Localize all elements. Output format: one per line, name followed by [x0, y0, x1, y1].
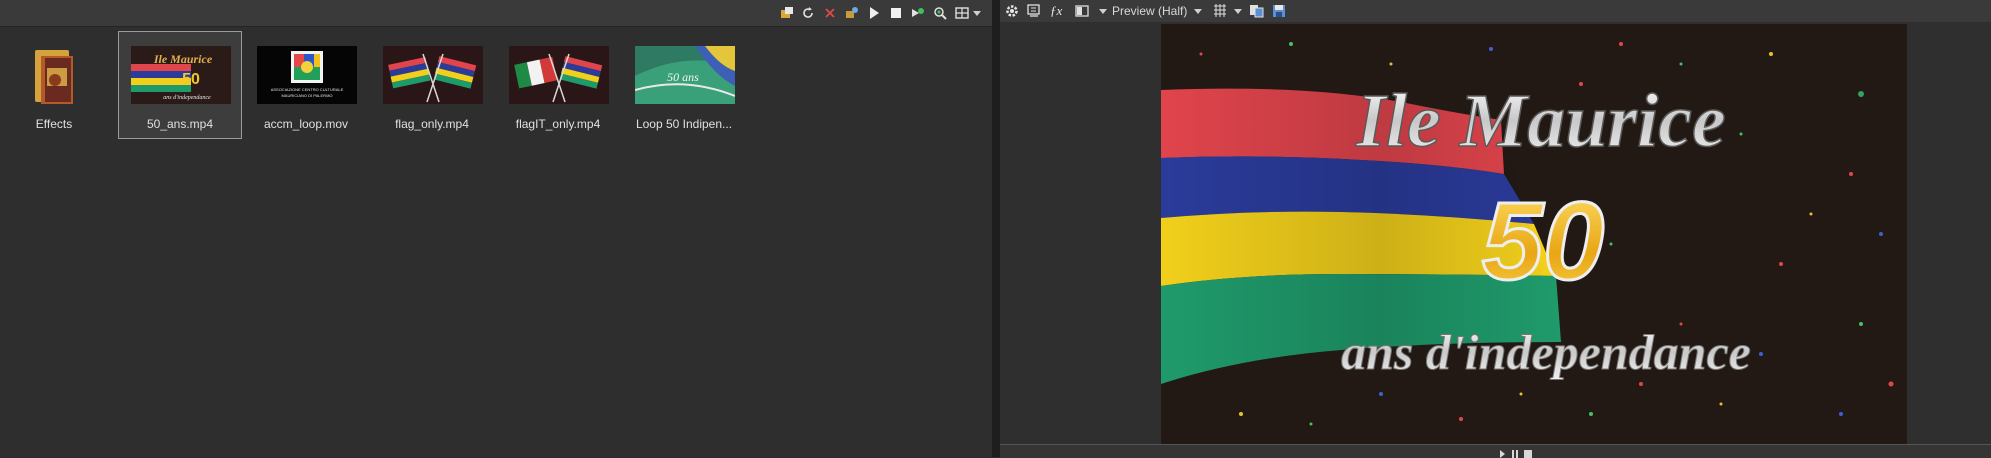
- preview-quality-dropdown[interactable]: Preview (Half): [1112, 2, 1203, 20]
- preview-transport-bar: [1000, 444, 1991, 458]
- media-fx-icon[interactable]: [843, 4, 861, 22]
- settings-gear-icon[interactable]: [1004, 2, 1020, 20]
- media-grid: Effects Ile Maurice 50 ans d'independanc…: [0, 30, 992, 450]
- thumb-line-1: ASSOCIAZIONE CENTRO CULTURALE: [271, 87, 344, 92]
- media-item-label: flag_only.mp4: [395, 117, 469, 131]
- media-item-flagit-only[interactable]: flagIT_only.mp4: [496, 31, 620, 139]
- video-subtitle: ans d'independance: [1341, 324, 1751, 380]
- video-thumbnail: ASSOCIAZIONE CENTRO CULTURALE MAURICIANO…: [257, 46, 357, 104]
- overlays-grid-icon[interactable]: [1212, 2, 1228, 20]
- media-item-label: flagIT_only.mp4: [515, 117, 601, 131]
- media-item-loop-50[interactable]: 50 ans Loop 50 Indipen...: [622, 31, 746, 139]
- play-icon[interactable]: [865, 4, 883, 22]
- media-toolbar: [0, 0, 992, 27]
- video-title: Ile Maurice: [1355, 79, 1725, 163]
- thumb-text: 50 ans: [667, 70, 699, 84]
- search-media-icon[interactable]: [931, 4, 949, 22]
- copy-snapshot-icon[interactable]: [1249, 2, 1265, 20]
- thumb-subtitle: ans d'independance: [163, 95, 211, 101]
- preview-area: Ile Maurice 50 ans d'independance: [1000, 22, 1991, 444]
- panel-splitter[interactable]: [992, 0, 1000, 457]
- media-item-label: Effects: [35, 117, 73, 131]
- media-item-label: 50_ans.mp4: [146, 117, 214, 131]
- media-item-flag-only[interactable]: flag_only.mp4: [370, 31, 494, 139]
- media-item-effects[interactable]: Effects: [0, 31, 116, 139]
- auto-preview-icon[interactable]: [909, 4, 927, 22]
- save-snapshot-icon[interactable]: [1271, 2, 1287, 20]
- thumb-line-2: MAURICIANO DI PALERMO: [281, 93, 332, 98]
- thumb-title: Ile Maurice: [153, 52, 213, 66]
- media-item-label: accm_loop.mov: [263, 117, 349, 131]
- media-item-label: Loop 50 Indipen...: [635, 117, 733, 131]
- overlays-dropdown-arrow-icon[interactable]: [1233, 2, 1243, 20]
- thumb-number: 50: [182, 71, 200, 88]
- video-thumbnail: Ile Maurice 50 ans d'independance: [131, 46, 231, 104]
- refresh-icon[interactable]: [799, 4, 817, 22]
- video-number: 50: [1482, 180, 1604, 303]
- preview-toolbar: ƒx Preview (Half): [1000, 0, 1991, 22]
- split-dropdown-arrow-icon[interactable]: [1098, 2, 1108, 20]
- video-fx-icon[interactable]: ƒx: [1050, 2, 1062, 20]
- split-screen-icon[interactable]: [1075, 2, 1091, 20]
- video-thumbnail: 50 ans: [635, 46, 735, 104]
- video-preview-panel: ƒx Preview (Half) Ile Maurice 50 ans d'i…: [1000, 0, 1991, 458]
- remove-icon[interactable]: [821, 4, 839, 22]
- media-item-50-ans[interactable]: Ile Maurice 50 ans d'independance 50_ans…: [118, 31, 242, 139]
- stop-icon[interactable]: [887, 4, 905, 22]
- quality-dropdown-arrow-icon: [1194, 9, 1203, 14]
- preview-quality-label: Preview (Half): [1112, 4, 1188, 18]
- video-thumbnail: [509, 46, 609, 104]
- view-dropdown-arrow-icon[interactable]: [971, 4, 983, 22]
- project-media-panel: Effects Ile Maurice 50 ans d'independanc…: [0, 0, 992, 457]
- folder-icon: [31, 46, 81, 104]
- external-monitor-icon[interactable]: [1026, 2, 1042, 20]
- view-mode-icon[interactable]: [953, 4, 971, 22]
- import-media-icon[interactable]: [778, 4, 796, 22]
- video-frame[interactable]: Ile Maurice 50 ans d'independance: [1161, 24, 1907, 444]
- media-item-accm-loop[interactable]: ASSOCIAZIONE CENTRO CULTURALE MAURICIANO…: [244, 31, 368, 139]
- video-thumbnail: [383, 46, 483, 104]
